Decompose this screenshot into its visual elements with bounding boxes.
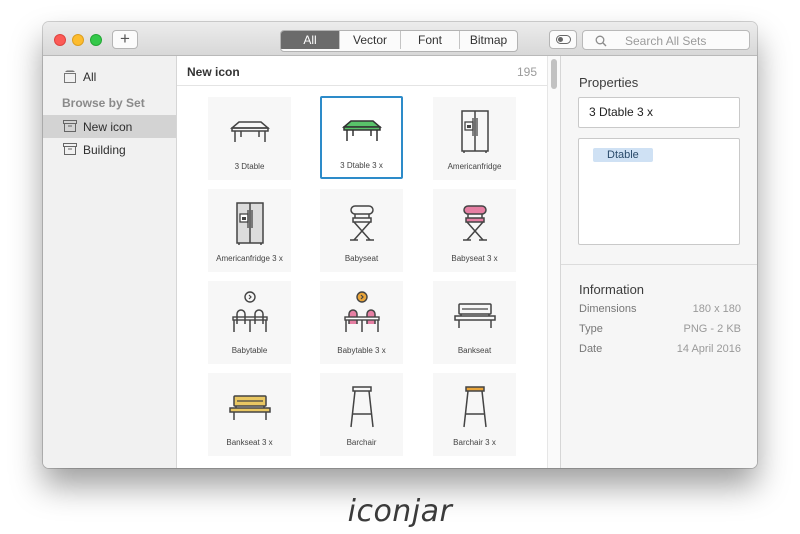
info-key: Type [579, 323, 603, 335]
icon-label: 3 Dtable 3 x [340, 161, 383, 170]
filter-all-button[interactable]: All [281, 31, 339, 49]
info-value: 14 April 2016 [676, 343, 741, 355]
babyseat-pink-icon [463, 205, 487, 241]
stack-icon [64, 70, 76, 83]
icon-name-input[interactable]: 3 Dtable 3 x [578, 97, 740, 128]
information-heading: Information [579, 282, 645, 297]
inspector-panel: Properties 3 Dtable 3 x Dtable Informati… [560, 56, 757, 468]
info-value: PNG - 2 KB [683, 323, 741, 335]
babytable-color-icon [344, 291, 380, 332]
icon-label: Bankseat [457, 346, 492, 355]
app-window: + All Vector Font Bitmap Search All Sets… [43, 22, 757, 468]
sidebar-item-label: New icon [83, 120, 133, 134]
icon-label: Babytable 3 x [337, 346, 386, 355]
barchair-outline-icon [350, 386, 374, 428]
zoom-window-button[interactable] [90, 34, 102, 46]
sidebar-item-label: Building [83, 143, 126, 157]
add-set-button[interactable]: + [112, 30, 138, 49]
icon-label: Babyseat 3 x [451, 254, 498, 263]
icon-tile[interactable]: Babytable 3 x [320, 281, 403, 364]
icon-label: Babytable [231, 346, 268, 355]
sidebar-toggle-button[interactable] [549, 30, 577, 49]
fridge-outline-icon [461, 110, 489, 153]
icon-tile[interactable]: Babytable [208, 281, 291, 364]
app-caption: iconjar [347, 494, 453, 529]
icon-label: Bankseat 3 x [226, 438, 273, 447]
icon-tile[interactable]: Americanfridge 3 x [208, 189, 291, 272]
properties-heading: Properties [579, 75, 639, 90]
icon-label: 3 Dtable [234, 162, 265, 171]
minimize-window-button[interactable] [72, 34, 84, 46]
info-value: 180 x 180 [692, 303, 741, 315]
icon-tile-selected[interactable]: 3 Dtable 3 x [320, 96, 403, 179]
search-field[interactable]: Search All Sets [582, 30, 750, 50]
icon-tile[interactable]: Babyseat 3 x [433, 189, 516, 272]
icon-label: Americanfridge 3 x [216, 254, 283, 263]
bench-outline-icon [454, 303, 496, 328]
icon-tile[interactable]: Barchair 3 x [433, 373, 516, 456]
icon-label: Barchair [346, 438, 377, 447]
sidebar-item-all[interactable]: All [43, 65, 176, 88]
title-bar: + All Vector Font Bitmap Search All Sets [43, 22, 757, 56]
icon-browser: New icon 195 3 Dtable 3 Dtable 3 x Ameri… [177, 56, 560, 468]
filter-vector-button[interactable]: Vector [339, 31, 400, 49]
babytable-outline-icon [232, 291, 268, 332]
divider [561, 264, 757, 265]
icon-tile[interactable]: Bankseat [433, 281, 516, 364]
search-placeholder: Search All Sets [625, 34, 707, 48]
icon-grid-scrollbar[interactable] [547, 56, 560, 468]
toggle-icon [556, 35, 571, 44]
icon-tile[interactable]: Babyseat [320, 189, 403, 272]
table-green-icon [341, 120, 383, 141]
filter-segmented-control: All Vector Font Bitmap [280, 30, 518, 52]
close-window-button[interactable] [54, 34, 66, 46]
barchair-color-icon [463, 386, 487, 428]
icon-label: Americanfridge [447, 162, 502, 171]
babyseat-outline-icon [350, 205, 374, 241]
table-outline-icon [229, 121, 271, 142]
set-title: New icon [187, 65, 240, 79]
info-key: Date [579, 343, 603, 355]
icon-tile[interactable]: 3 Dtable [208, 97, 291, 180]
tag-token[interactable]: Dtable [593, 148, 653, 162]
tags-field[interactable]: Dtable [578, 138, 740, 245]
sidebar-item-building[interactable]: Building [43, 138, 176, 161]
filter-bitmap-button[interactable]: Bitmap [459, 31, 517, 49]
fridge-gray-icon [236, 202, 264, 245]
sidebar-item-new-icon[interactable]: New icon [43, 115, 176, 138]
bench-yellow-icon [229, 395, 271, 420]
browse-by-set-heading: Browse by Set [62, 96, 145, 110]
scrollbar-thumb[interactable] [551, 59, 557, 89]
info-key: Dimensions [579, 303, 637, 315]
sidebar-item-label: All [83, 70, 97, 84]
filter-font-button[interactable]: Font [400, 31, 459, 49]
icon-tile[interactable]: Bankseat 3 x [208, 373, 291, 456]
sidebar: All Browse by Set New icon Building [43, 56, 177, 468]
box-icon [63, 120, 77, 132]
icon-label: Babyseat [344, 254, 379, 263]
icon-tile[interactable]: Americanfridge [433, 97, 516, 180]
set-header: New icon 195 [177, 56, 547, 86]
box-icon [63, 143, 77, 155]
icon-tile[interactable]: Barchair [320, 373, 403, 456]
icon-label: Barchair 3 x [453, 438, 496, 447]
icon-count: 195 [516, 65, 537, 79]
search-icon [595, 35, 607, 47]
